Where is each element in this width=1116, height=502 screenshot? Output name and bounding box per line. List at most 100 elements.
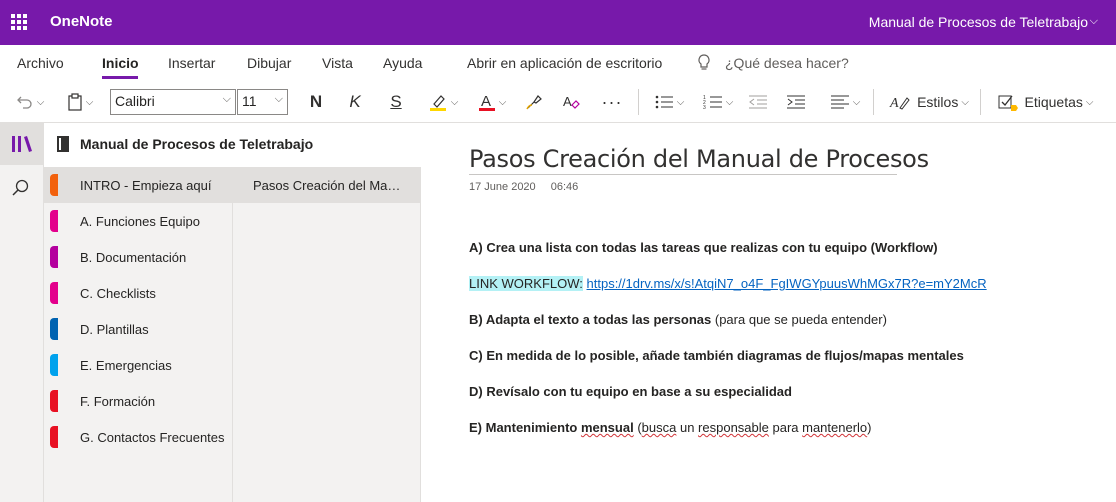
app-name[interactable]: OneNote (50, 13, 113, 30)
toolbar-divider (873, 89, 874, 115)
tags-label: Etiquetas (1024, 94, 1083, 110)
section-color-tab (50, 426, 58, 448)
font-name-select[interactable]: Calibri ⌵ (110, 89, 236, 115)
active-tab-indicator (102, 76, 138, 79)
search-icon[interactable] (12, 179, 30, 202)
indent-icon (787, 95, 805, 109)
undo-button[interactable]: ⌵ (10, 81, 50, 123)
increase-indent-button[interactable] (783, 81, 809, 123)
page-canvas[interactable]: Pasos Creación del Manual de Procesos 17… (421, 123, 1116, 502)
section-item[interactable]: INTRO - Empieza aquí (44, 167, 233, 203)
section-color-tab (50, 318, 58, 340)
clipboard-icon (68, 93, 82, 111)
tab-insertar[interactable]: Insertar (168, 55, 215, 71)
section-item[interactable]: F. Formación (44, 383, 233, 419)
section-label: INTRO - Empieza aquí (80, 178, 212, 193)
section-label: A. Funciones Equipo (80, 214, 200, 229)
highlight-button[interactable]: ⌵ (422, 81, 464, 123)
tell-me-search[interactable]: ¿Qué desea hacer? (725, 55, 849, 71)
sections-pane: INTRO - Empieza aquí A. Funciones Equipo… (44, 167, 233, 502)
page-label: Pasos Creación del Manual de Procesos (253, 178, 403, 193)
notebooks-icon[interactable] (11, 135, 33, 158)
underline-button[interactable]: S (382, 81, 410, 123)
workflow-link[interactable]: https://1drv.ms/x/s!AtqiN7_o4F_FgIWGYpuu… (587, 276, 987, 291)
clear-formatting-button[interactable]: A (558, 81, 584, 123)
svg-text:A: A (481, 93, 491, 110)
paragraph[interactable]: A) Crea una lista con todas las tareas q… (469, 240, 938, 255)
notebook-header[interactable]: Manual de Procesos de Teletrabajo ⌵ (44, 123, 421, 167)
font-size-value: 11 (242, 93, 257, 109)
section-item[interactable]: G. Contactos Frecuentes (44, 419, 233, 455)
tag-checkbox-icon (998, 95, 1018, 111)
section-label: B. Documentación (80, 250, 187, 265)
notebook-title[interactable]: Manual de Procesos de Teletrabajo (869, 14, 1088, 30)
section-label: C. Checklists (80, 286, 156, 301)
numbered-list-icon: 123 (703, 95, 722, 110)
app-launcher-icon[interactable] (11, 14, 27, 30)
tab-vista[interactable]: Vista (322, 55, 353, 71)
paragraph[interactable]: LINK WORKFLOW: https://1drv.ms/x/s!AtqiN… (469, 276, 987, 291)
tab-archivo[interactable]: Archivo (17, 55, 64, 71)
chevron-down-icon[interactable]: ⌵ (1090, 15, 1098, 28)
numbering-button[interactable]: 1 2 3 ⌵ (697, 81, 739, 123)
page-meta: 17 June 2020 06:46 (469, 181, 590, 193)
toolbar-divider (980, 89, 981, 115)
section-item[interactable]: A. Funciones Equipo (44, 203, 233, 239)
pages-pane: Pasos Creación del Manual de Procesos (233, 167, 421, 502)
paintbrush-icon (526, 95, 542, 110)
section-label: G. Contactos Frecuentes (80, 430, 225, 445)
section-color-tab (50, 282, 58, 304)
page-item[interactable]: Pasos Creación del Manual de Procesos (233, 167, 420, 203)
paragraph[interactable]: B) Adapta el texto a todas las personas … (469, 312, 887, 327)
svg-text:3: 3 (703, 105, 706, 110)
undo-icon (16, 96, 32, 109)
font-color-icon: A (478, 93, 495, 111)
paragraph[interactable]: D) Revísalo con tu equipo en base a su e… (469, 384, 792, 399)
bullet-list-icon (655, 95, 673, 109)
styles-button[interactable]: A Estilos ⌵ (884, 81, 974, 123)
tab-dibujar[interactable]: Dibujar (247, 55, 291, 71)
section-item[interactable]: C. Checklists (44, 275, 233, 311)
font-color-button[interactable]: A ⌵ (472, 81, 512, 123)
section-label: F. Formación (80, 394, 156, 409)
alignment-button[interactable]: ⌵ (824, 81, 866, 123)
paragraph[interactable]: E) Mantenimiento mensual (busca un respo… (469, 420, 872, 435)
font-name-value: Calibri (115, 93, 155, 109)
outdent-icon (749, 95, 767, 109)
bullets-button[interactable]: ⌵ (648, 81, 690, 123)
italic-button[interactable]: K (341, 81, 369, 123)
styles-icon: A (889, 96, 910, 111)
tab-ayuda[interactable]: Ayuda (383, 55, 422, 71)
section-color-tab (50, 390, 58, 412)
align-left-icon (830, 95, 849, 109)
decrease-indent-button[interactable] (745, 81, 771, 123)
paste-button[interactable]: ⌵ (60, 81, 100, 123)
section-item[interactable]: E. Emergencias (44, 347, 233, 383)
ribbon-toolbar: ⌵ ⌵ Calibri ⌵ 11 ⌵ N K S ⌵ A ⌵ A ··· ⌵ 12… (0, 81, 1116, 123)
font-size-select[interactable]: 11 ⌵ (237, 89, 288, 115)
notebook-icon (56, 135, 70, 158)
notebook-name: Manual de Procesos de Teletrabajo (80, 136, 314, 152)
page-title[interactable]: Pasos Creación del Manual de Procesos (469, 145, 929, 173)
format-painter-button[interactable] (521, 81, 547, 123)
tab-inicio[interactable]: Inicio (102, 55, 139, 71)
section-label: D. Plantillas (80, 322, 149, 337)
page-time: 06:46 (550, 181, 579, 193)
page-date: 17 June 2020 (469, 181, 536, 193)
clear-format-icon: A (563, 94, 580, 109)
toolbar-divider (638, 89, 639, 115)
open-desktop-app-button[interactable]: Abrir en aplicación de escritorio (467, 55, 662, 71)
tags-button[interactable]: Etiquetas ⌵ (990, 81, 1100, 123)
paragraph[interactable]: C) En medida de lo posible, añade tambié… (469, 348, 964, 363)
section-color-tab (50, 354, 58, 376)
section-item[interactable]: D. Plantillas (44, 311, 233, 347)
chevron-down-icon: ⌵ (222, 93, 231, 105)
ribbon-tabs: Archivo Inicio Insertar Dibujar Vista Ay… (0, 45, 1116, 81)
chevron-down-icon: ⌵ (274, 93, 283, 105)
bold-button[interactable]: N (302, 81, 330, 123)
title-bar: OneNote Manual de Procesos de Teletrabaj… (0, 0, 1116, 45)
section-item[interactable]: B. Documentación (44, 239, 233, 275)
styles-label: Estilos (917, 94, 959, 110)
more-options-button[interactable]: ··· (598, 81, 626, 123)
chevron-down-icon[interactable]: ⌵ (302, 136, 310, 149)
